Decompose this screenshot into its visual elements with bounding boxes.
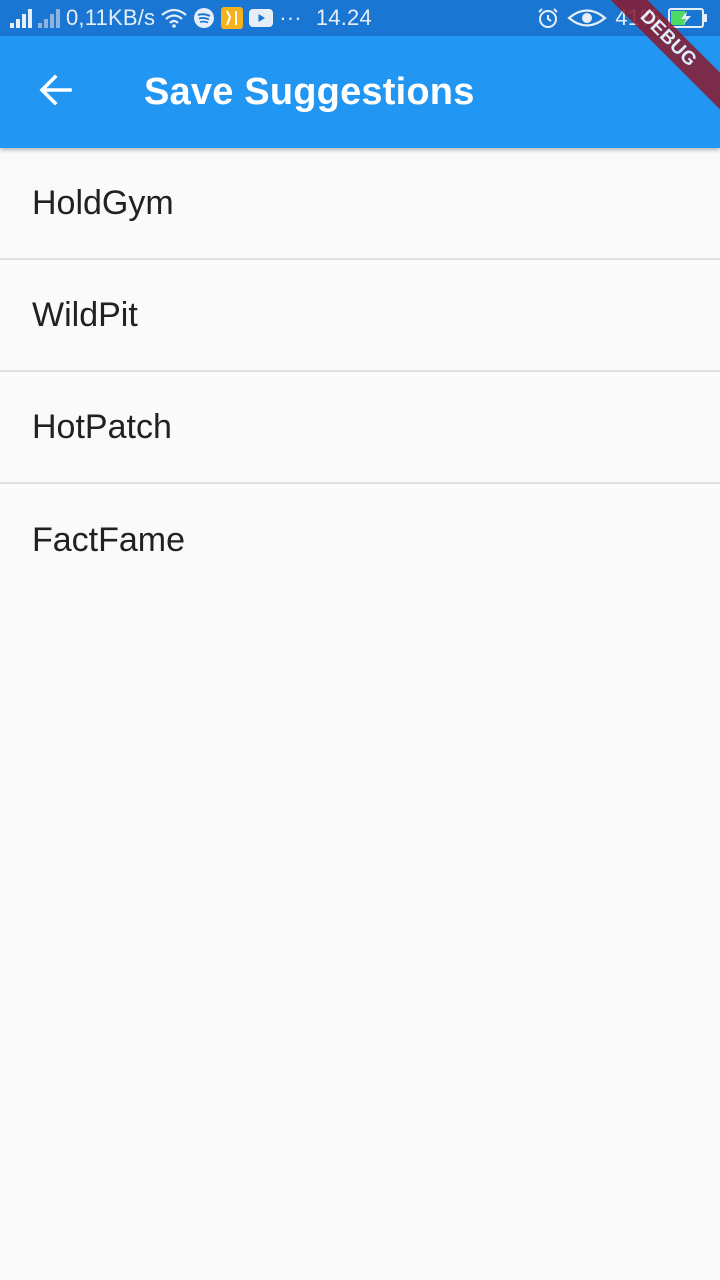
more-notifications-icon: ··· xyxy=(279,5,302,30)
battery-charging-icon xyxy=(668,8,708,28)
saved-suggestions-list: HoldGym WildPit HotPatch FactFame xyxy=(0,148,720,596)
eye-comfort-icon xyxy=(567,7,608,29)
alarm-icon xyxy=(537,7,559,29)
status-bar: 0,11KB/s ··· 14.24 xyxy=(0,0,720,36)
signal-strength-secondary-icon xyxy=(38,8,60,28)
app-bar: Save Suggestions xyxy=(0,36,720,148)
arrow-back-icon xyxy=(38,72,74,113)
list-item[interactable]: HoldGym xyxy=(0,148,720,260)
status-bar-left: 0,11KB/s ··· 14.24 xyxy=(0,0,372,36)
app-screen: 0,11KB/s ··· 14.24 Save Suggestions DEBU… xyxy=(0,0,720,1280)
network-speed: 0,11KB/s xyxy=(66,5,156,30)
list-item[interactable]: WildPit xyxy=(0,260,720,372)
signal-strength-icon xyxy=(10,8,32,28)
clock: 14.24 xyxy=(315,5,372,30)
youtube-icon xyxy=(249,9,274,27)
list-item[interactable]: FactFame xyxy=(0,484,720,596)
back-button[interactable] xyxy=(24,64,88,120)
list-item[interactable]: HotPatch xyxy=(0,372,720,484)
page-title: Save Suggestions xyxy=(144,71,475,113)
spotify-icon xyxy=(193,7,215,29)
wifi-icon xyxy=(161,8,187,28)
tools-app-icon xyxy=(221,7,244,29)
